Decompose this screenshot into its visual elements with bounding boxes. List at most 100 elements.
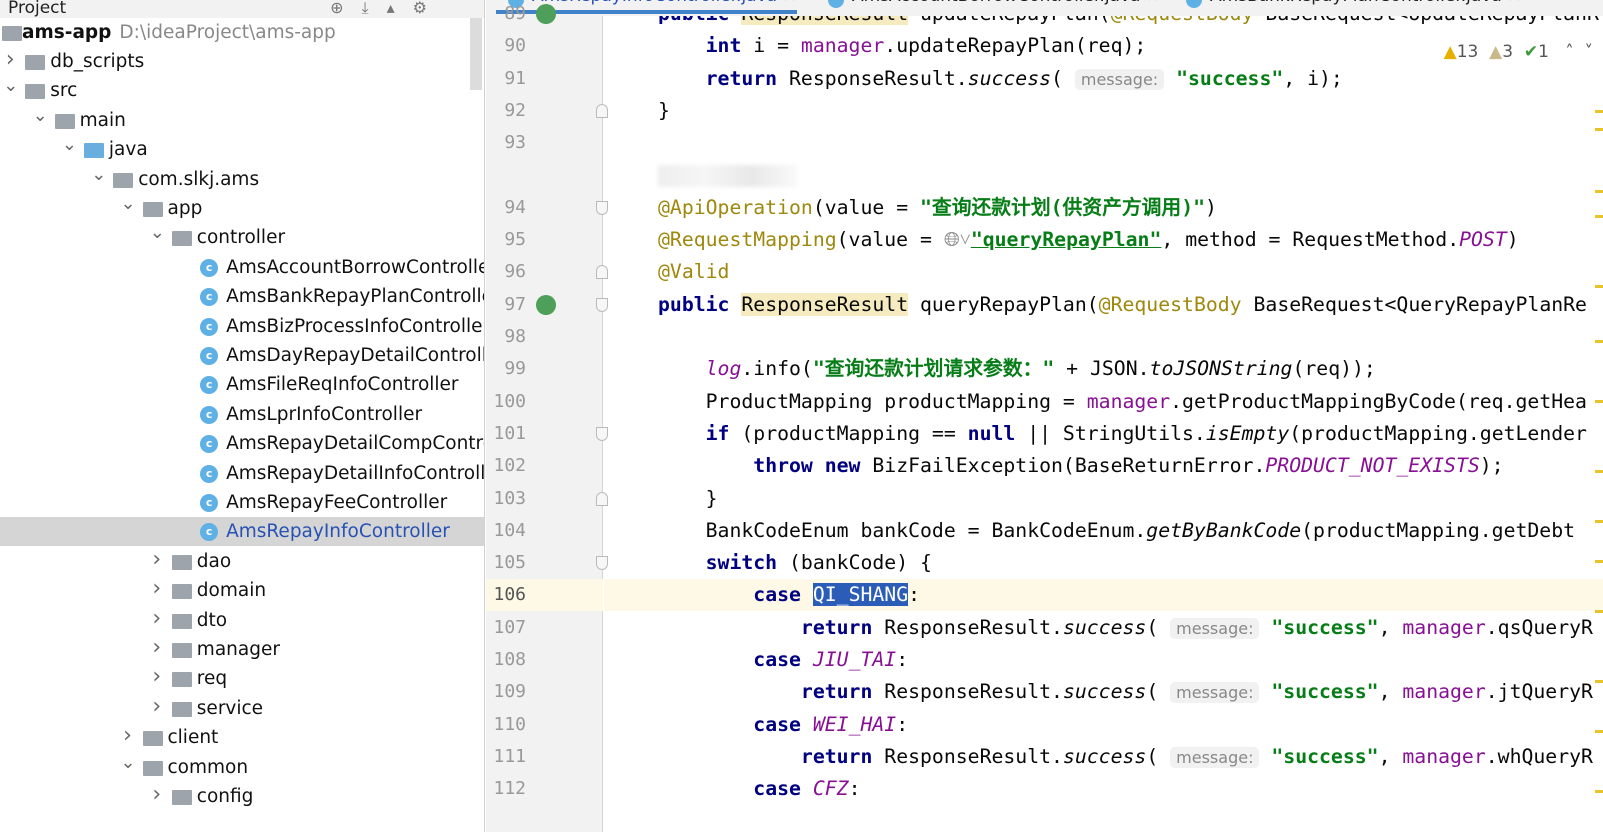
tree-item[interactable]: ⌄ com.slkj.ams xyxy=(0,164,484,194)
code-line[interactable]: } xyxy=(604,483,1603,515)
code-line[interactable]: ProductMapping productMapping = manager.… xyxy=(604,386,1603,418)
globe-icon[interactable]: 🌐︎˅ xyxy=(944,228,971,251)
code-line[interactable]: switch (bankCode) { xyxy=(604,547,1603,579)
tree-item[interactable]: › db_scripts xyxy=(0,45,484,76)
tree-item[interactable]: c AmsFileReqInfoController xyxy=(0,370,484,399)
code-line[interactable]: case QI_SHANG: xyxy=(604,579,1603,612)
tree-item[interactable]: c AmsLprInfoController xyxy=(0,400,484,429)
error-stripe-marker[interactable] xyxy=(1595,610,1603,613)
code-line[interactable]: int i = manager.updateRepayPlan(req); xyxy=(604,30,1603,62)
tree-item[interactable]: › client xyxy=(0,721,484,752)
code-line[interactable]: return ResponseResult.success( message: … xyxy=(604,741,1603,773)
tree-item[interactable]: c AmsRepayDetailInfoController xyxy=(0,459,484,488)
error-stripe-marker[interactable] xyxy=(1595,790,1603,793)
collapse-arrow-icon[interactable]: ⌄ xyxy=(62,130,77,159)
tree-item[interactable]: › domain xyxy=(0,574,484,605)
highlighted-usage: ResponseResult xyxy=(741,16,909,25)
panel-toolbar[interactable]: ⊕⤓▴⚙ xyxy=(330,0,445,18)
tree-root-ams-app[interactable]: ams-app D:\ideaProject\ams-app xyxy=(0,18,484,47)
tree-item[interactable]: › config xyxy=(0,780,484,811)
expand-arrow-icon[interactable]: › xyxy=(3,45,17,74)
code-line[interactable]: BankCodeEnum bankCode = BankCodeEnum.get… xyxy=(604,515,1603,547)
tree-item[interactable]: › req xyxy=(0,662,484,693)
tree-item[interactable]: ⌄ common xyxy=(0,752,484,782)
web-endpoint-icon[interactable] xyxy=(536,4,556,24)
error-stripe-marker[interactable] xyxy=(1595,470,1603,473)
collapse-arrow-icon[interactable]: ⌄ xyxy=(150,218,165,247)
tree-item[interactable]: › dao xyxy=(0,545,484,576)
tree-item[interactable]: c AmsDayRepayDetailController xyxy=(0,341,484,370)
project-view-selector[interactable]: Project xyxy=(8,0,66,18)
collapse-arrow-icon[interactable]: ⌄ xyxy=(91,160,106,189)
tree-item[interactable]: ⌄ src xyxy=(0,75,484,105)
tree-scrollbar[interactable] xyxy=(470,18,482,90)
expand-arrow-icon[interactable]: › xyxy=(150,662,164,691)
editor-tab[interactable]: AmsAccountBorrowController.java × xyxy=(816,0,1160,14)
close-tab-icon[interactable]: × xyxy=(1146,0,1160,6)
collapse-arrow-icon[interactable]: ⌄ xyxy=(33,101,48,130)
package-icon xyxy=(171,672,192,688)
error-stripe-marker[interactable] xyxy=(1595,520,1603,523)
error-stripe-marker[interactable] xyxy=(1595,560,1603,563)
code-line[interactable]: case WEI_HAI: xyxy=(604,709,1603,741)
url-mapping[interactable]: "queryRepayPlan" xyxy=(971,228,1162,251)
tree-item[interactable]: c AmsBankRepayPlanController xyxy=(0,282,484,311)
code-line[interactable]: @ApiOperation(value = "查询还款计划(供资产方调用)") xyxy=(604,192,1603,224)
error-stripe-marker[interactable] xyxy=(1595,285,1603,288)
tree-item[interactable]: ⌄ controller xyxy=(0,222,484,252)
expand-arrow-icon[interactable]: › xyxy=(150,545,164,574)
error-stripe-marker[interactable] xyxy=(1595,128,1603,131)
code-line[interactable]: public ResponseResult updateRepayPlan(@R… xyxy=(604,16,1603,30)
expand-arrow-icon[interactable]: › xyxy=(150,604,164,633)
expand-arrow-icon[interactable]: › xyxy=(121,721,135,750)
keyword: if xyxy=(705,421,730,445)
code-text: (req)); xyxy=(1292,357,1376,381)
code-line[interactable]: case JIU_TAI: xyxy=(604,644,1603,676)
expand-arrow-icon[interactable]: › xyxy=(150,633,164,662)
close-tab-icon[interactable]: × xyxy=(783,0,797,6)
code-line[interactable]: case CFZ: xyxy=(604,773,1603,805)
web-endpoint-icon[interactable] xyxy=(536,294,556,315)
error-stripe-marker[interactable] xyxy=(1595,190,1603,193)
expand-arrow-icon[interactable]: › xyxy=(150,692,164,721)
expand-arrow-icon[interactable]: › xyxy=(150,574,164,603)
expand-arrow-icon[interactable]: › xyxy=(150,780,164,809)
line-number: 112 xyxy=(493,778,526,800)
code-line[interactable]: throw new BizFailException(BaseReturnErr… xyxy=(604,450,1603,482)
code-line[interactable]: return ResponseResult.success( message: … xyxy=(604,676,1603,708)
code-line[interactable]: @RequestMapping(value = 🌐︎˅"queryRepayPl… xyxy=(604,224,1603,256)
tree-item[interactable]: › service xyxy=(0,692,484,723)
error-stripe-marker[interactable] xyxy=(1595,215,1603,218)
close-tab-icon[interactable]: × xyxy=(1507,0,1521,6)
code-line[interactable] xyxy=(604,160,1603,192)
code-line[interactable]: @Valid xyxy=(604,256,1603,288)
code-line[interactable]: return ResponseResult.success( message: … xyxy=(604,63,1603,95)
tree-item[interactable]: ⌄ java xyxy=(0,134,484,164)
collapse-arrow-icon[interactable]: ⌄ xyxy=(121,189,136,218)
tree-item[interactable]: ⌄ app xyxy=(0,193,484,223)
error-stripe-marker[interactable] xyxy=(1595,110,1603,113)
code-line[interactable] xyxy=(604,127,1603,159)
tree-item[interactable]: c AmsRepayInfoController xyxy=(0,517,484,547)
code-line[interactable]: log.info("查询还款计划请求参数：" + JSON.toJSONStri… xyxy=(604,353,1603,385)
tree-item[interactable]: › dto xyxy=(0,604,484,635)
code-line[interactable] xyxy=(604,321,1603,353)
error-stripe-marker[interactable] xyxy=(1595,340,1603,343)
code-line[interactable]: if (productMapping == null || StringUtil… xyxy=(604,418,1603,450)
code-line[interactable]: public ResponseResult queryRepayPlan(@Re… xyxy=(604,289,1603,321)
code-line[interactable]: return ResponseResult.success( message: … xyxy=(604,612,1603,644)
code-line[interactable]: } xyxy=(604,95,1603,127)
tree-item[interactable]: c AmsBizProcessInfoController xyxy=(0,312,484,341)
error-stripe-marker[interactable] xyxy=(1595,730,1603,733)
editor-tab[interactable]: AmsBankRepayPlanController.java × xyxy=(1174,0,1521,14)
tree-item[interactable]: › manager xyxy=(0,633,484,664)
collapse-arrow-icon[interactable]: ⌄ xyxy=(3,71,18,100)
tree-item[interactable]: c AmsRepayFeeController xyxy=(0,488,484,517)
tree-item[interactable]: c AmsAccountBorrowController xyxy=(0,253,484,282)
error-stripe-marker[interactable] xyxy=(1595,680,1603,683)
code-editor[interactable]: ▲13 ▲3 ✔1 ˄ ˅ public ResponseResult upda… xyxy=(604,16,1603,832)
error-stripe-marker[interactable] xyxy=(1595,400,1603,403)
tree-item[interactable]: c AmsRepayDetailCompControll xyxy=(0,429,484,458)
collapse-arrow-icon[interactable]: ⌄ xyxy=(121,748,136,777)
